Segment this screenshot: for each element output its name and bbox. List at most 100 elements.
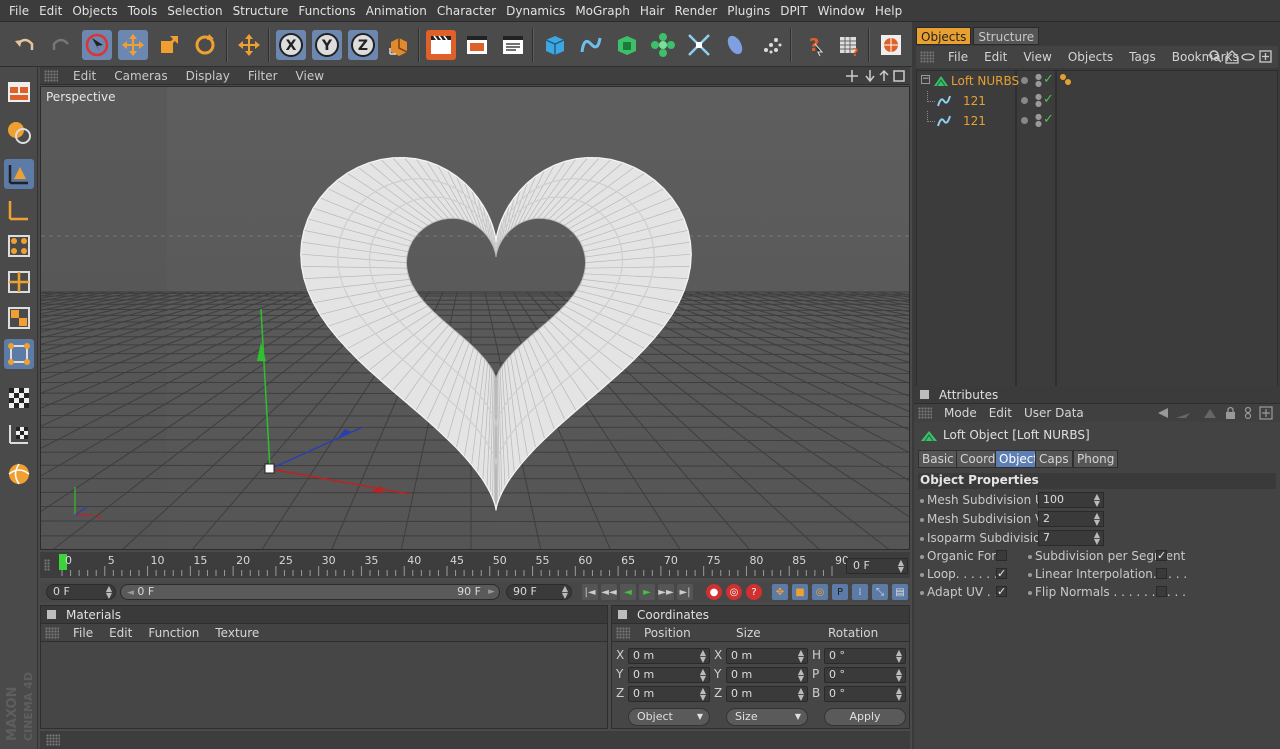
menu-render[interactable]: Render (669, 4, 722, 18)
array-icon[interactable] (648, 30, 678, 60)
pin-icon[interactable] (1244, 406, 1252, 420)
tab-basic[interactable]: Basic (918, 450, 958, 468)
menu-tools[interactable]: Tools (123, 4, 163, 18)
menu-dpit[interactable]: DPIT (775, 4, 812, 18)
live-selection-icon[interactable] (82, 30, 112, 60)
lock-icon[interactable] (1226, 406, 1235, 420)
menu-dynamics[interactable]: Dynamics (501, 4, 570, 18)
workplane-icon[interactable] (4, 419, 34, 449)
materials-menu-edit[interactable]: Edit (101, 626, 140, 640)
model-mode-icon[interactable] (4, 339, 34, 369)
menu-help[interactable]: Help (870, 4, 907, 18)
pos-z-field[interactable]: 0 m ▲ ▼ (628, 686, 710, 702)
render-dot-icon[interactable]: ● ● (1035, 93, 1042, 108)
menu-selection[interactable]: Selection (162, 4, 227, 18)
move-axis-icon[interactable] (234, 30, 264, 60)
scale-key-icon[interactable]: ■ (792, 584, 808, 600)
frame-range-slider[interactable]: ◄ 0 F 90 F ► (120, 584, 500, 600)
play-backward-icon[interactable]: ◄ (620, 584, 636, 600)
tab-structure[interactable]: Structure (973, 27, 1040, 45)
materials-menu-function[interactable]: Function (140, 626, 207, 640)
timeline-menu-icon[interactable]: ▤ (892, 584, 908, 600)
viewport-menu-edit[interactable]: Edit (64, 69, 105, 83)
render-dot-icon[interactable]: ● ● (1035, 113, 1042, 128)
viewport-dolly-icon[interactable] (865, 70, 875, 83)
new-view-icon[interactable] (1259, 50, 1272, 63)
enabled-check-icon[interactable]: ✓ (1043, 92, 1054, 107)
new-attributes-icon[interactable] (1259, 406, 1273, 420)
apply-button[interactable]: Apply (824, 708, 906, 726)
camera-icon[interactable] (720, 30, 750, 60)
size-z-field[interactable]: 0 m ▲ ▼ (726, 686, 808, 702)
object-name[interactable]: 121 (963, 94, 986, 108)
rotate-icon[interactable] (190, 30, 220, 60)
organic-form-checkbox[interactable] (996, 550, 1007, 561)
linear-interpolation-checkbox[interactable] (1156, 568, 1167, 579)
visibility-dot-icon[interactable] (1021, 97, 1028, 104)
start-frame-field[interactable]: 0 F ▲ ▼ (46, 584, 116, 600)
go-to-start-icon[interactable]: |◄ (582, 584, 598, 600)
attributes-menu-user-data[interactable]: User Data (1018, 406, 1090, 420)
redo-icon[interactable] (46, 30, 76, 60)
timeline-icon[interactable]: ? (834, 30, 864, 60)
layout-icon[interactable] (4, 77, 34, 107)
z-axis-lock-icon[interactable]: Z (348, 30, 378, 60)
go-to-end-icon[interactable]: ►| (677, 584, 693, 600)
menu-structure[interactable]: Structure (228, 4, 294, 18)
menu-functions[interactable]: Functions (293, 4, 360, 18)
grip-icon[interactable] (45, 626, 59, 639)
edges-mode-icon[interactable] (4, 231, 34, 261)
pos-y-field[interactable]: 0 m ▲ ▼ (628, 667, 710, 683)
size-mode-select[interactable]: Size ▼ (726, 708, 808, 726)
materials-menu-file[interactable]: File (65, 626, 101, 640)
timeline-ruler[interactable]: 0 5 10 15 20 25 30 35 40 45 50 55 60 65 70 75 80 85 90 0 F… (40, 552, 910, 578)
up-arrow-icon[interactable] (1204, 409, 1216, 418)
position-key-icon[interactable]: ✥ (772, 584, 788, 600)
isoparm-subdivision-field[interactable]: 7 ▲ ▼ (1038, 530, 1104, 546)
polygon-select-icon[interactable] (4, 303, 34, 333)
tab-caps[interactable]: Caps (1035, 450, 1073, 468)
menu-animation[interactable]: Animation (361, 4, 432, 18)
content-browser-icon[interactable] (876, 30, 906, 60)
render-settings-icon[interactable] (498, 30, 528, 60)
parameter-key-icon[interactable]: P (832, 584, 848, 600)
size-y-field[interactable]: 0 m ▲ ▼ (726, 667, 808, 683)
subdivision-per-segment-checkbox[interactable]: ✓ (1156, 550, 1167, 561)
grip-icon[interactable] (616, 626, 630, 639)
scheme-icon[interactable]: ⤡ (872, 584, 888, 600)
menu-mograph[interactable]: MoGraph (570, 4, 635, 18)
texture-mode-icon[interactable] (4, 383, 34, 413)
x-axis-lock-icon[interactable]: X (276, 30, 306, 60)
objects-menu-edit[interactable]: Edit (976, 50, 1015, 64)
menu-objects[interactable]: Objects (67, 4, 122, 18)
phong-tag-icon[interactable] (1059, 73, 1073, 87)
back-arrow-icon[interactable] (1158, 408, 1168, 418)
menu-hair[interactable]: Hair (635, 4, 670, 18)
visibility-dot-icon[interactable] (1021, 117, 1028, 124)
panel-close-icon[interactable] (618, 610, 627, 619)
enabled-check-icon[interactable]: ✓ (1043, 72, 1054, 87)
y-axis-lock-icon[interactable]: Y (312, 30, 342, 60)
enabled-check-icon[interactable]: ✓ (1043, 112, 1054, 127)
panel-close-icon[interactable] (920, 390, 929, 399)
render-view-icon[interactable] (426, 30, 456, 60)
move-icon[interactable] (118, 30, 148, 60)
viewport-pan-icon[interactable] (846, 70, 858, 82)
model-tool-icon[interactable] (4, 117, 34, 147)
next-key-icon[interactable]: ►► (658, 584, 674, 600)
mesh-subdivision-u-field[interactable]: 100 ▲ ▼ (1038, 492, 1104, 508)
objects-menu-tags[interactable]: Tags (1121, 50, 1164, 64)
current-frame-field[interactable]: 0 F ▲ ▼ (846, 558, 908, 574)
light-icon[interactable] (756, 30, 786, 60)
viewport-menu-filter[interactable]: Filter (239, 69, 287, 83)
pos-x-field[interactable]: 0 m ▲ ▼ (628, 648, 710, 664)
rot-p-field[interactable]: 0 ° ▲ ▼ (824, 667, 906, 683)
viewport-menu-view[interactable]: View (287, 69, 333, 83)
objects-menu-view[interactable]: View (1015, 50, 1059, 64)
end-frame-field[interactable]: 90 F ▲ ▼ (506, 584, 572, 600)
objects-menu-objects[interactable]: Objects (1060, 50, 1121, 64)
home-icon[interactable] (1225, 50, 1239, 64)
tab-phong[interactable]: Phong (1073, 450, 1119, 468)
object-name[interactable]: 121 (963, 114, 986, 128)
points-mode-icon[interactable] (4, 195, 34, 225)
